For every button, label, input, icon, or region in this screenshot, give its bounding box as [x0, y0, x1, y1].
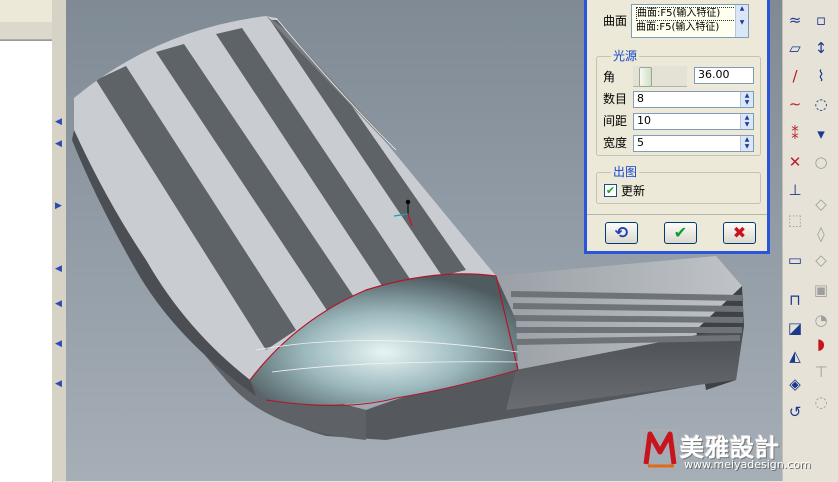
light-group-title: 光源: [611, 49, 640, 63]
count-value: 8: [637, 92, 644, 105]
surface-label: 曲面: [603, 14, 628, 28]
mirror-icon[interactable]: ⊤: [811, 362, 831, 382]
width-stepper[interactable]: 5 ▲ ▼: [633, 135, 754, 152]
divider: [587, 214, 767, 215]
chevron-down-icon[interactable]: ▾: [811, 124, 831, 144]
collector-scrollbar[interactable]: ▲ ▼: [735, 5, 748, 37]
update-checkbox[interactable]: ✔: [604, 184, 617, 197]
count-stepper[interactable]: 8 ▲ ▼: [633, 91, 754, 108]
sweep-icon[interactable]: ◌: [811, 94, 831, 114]
csys-icon[interactable]: ✕: [785, 152, 805, 172]
chevron-left-icon[interactable]: ◀: [55, 140, 62, 149]
ok-button[interactable]: ✔: [664, 222, 697, 244]
model-tree-panel: ◀ ◀ ▶ ◀ ◀ ◀ ◀: [0, 0, 66, 482]
refresh-icon: ⟲: [614, 223, 629, 242]
revolve-icon[interactable]: ◪: [785, 318, 805, 338]
spacing-value: 10: [637, 114, 651, 127]
surface-item[interactable]: 曲面:F5(输入特征): [636, 21, 746, 35]
draft-icon[interactable]: ◊: [811, 224, 831, 244]
offset-icon[interactable]: ◌: [811, 392, 831, 412]
note-icon[interactable]: ▭: [785, 250, 805, 270]
angle-slider[interactable]: [633, 66, 687, 87]
pattern-icon[interactable]: ⬚: [785, 210, 805, 230]
surface-collector[interactable]: 曲面:F5(输入特征) 曲面:F5(输入特征) ▲ ▼: [631, 4, 749, 38]
round-icon[interactable]: ▣: [811, 280, 831, 300]
width-value: 5: [637, 136, 644, 149]
panel-splitter[interactable]: [52, 0, 66, 481]
count-label: 数目: [603, 92, 628, 106]
model-tree[interactable]: [0, 40, 53, 482]
spin-arrows-icon[interactable]: ▲ ▼: [740, 136, 753, 151]
model-tree-header[interactable]: [0, 22, 52, 40]
blend-icon[interactable]: ◭: [785, 346, 805, 366]
chevron-left-icon[interactable]: ◀: [55, 380, 62, 389]
hole-icon[interactable]: ○: [811, 152, 831, 172]
spacing-label: 间距: [603, 114, 628, 128]
sketch-curve-icon[interactable]: ∼: [785, 94, 805, 114]
brand-url: www.meiyadesign.com: [684, 458, 811, 471]
chevron-left-icon[interactable]: ◀: [55, 265, 62, 274]
check-icon: ✔: [673, 223, 688, 242]
width-label: 宽度: [603, 136, 628, 150]
chevron-left-icon[interactable]: ◀: [55, 118, 62, 127]
reflection-dialog: 曲面 曲面:F5(输入特征) 曲面:F5(输入特征) ▲ ▼ 光源 角 36.00…: [584, 0, 770, 254]
chevron-left-icon[interactable]: ◀: [55, 340, 62, 349]
swept-blend-icon[interactable]: ◈: [785, 374, 805, 394]
angle-input[interactable]: 36.00: [694, 67, 754, 84]
helical-icon[interactable]: ↺: [785, 402, 805, 422]
shape-icon[interactable]: ⌇: [811, 66, 831, 86]
output-group-title: 出图: [611, 165, 640, 179]
extrude-icon[interactable]: ⊓: [785, 290, 805, 310]
datum-axis-icon[interactable]: /: [785, 66, 805, 86]
chevron-right-icon[interactable]: ▶: [55, 202, 62, 211]
datum-point-icon[interactable]: ⁑: [785, 124, 805, 144]
plane-icon[interactable]: ▱: [785, 38, 805, 58]
curve-icon[interactable]: ≈: [785, 10, 805, 30]
brand-watermark: 美雅設計 www.meiyadesign.com: [640, 426, 836, 478]
square-icon[interactable]: ▫: [811, 10, 831, 30]
surface-item[interactable]: 曲面:F5(输入特征): [636, 7, 746, 21]
spin-arrows-icon[interactable]: ▲ ▼: [740, 114, 753, 129]
axis-icon[interactable]: ↕: [811, 38, 831, 58]
slider-thumb[interactable]: [639, 67, 652, 87]
spin-arrows-icon[interactable]: ▲ ▼: [740, 92, 753, 107]
shell-icon[interactable]: ◇: [811, 194, 831, 214]
angle-label: 角: [603, 70, 616, 84]
chamfer-icon[interactable]: ◔: [811, 310, 831, 330]
x-icon: ✖: [732, 223, 747, 242]
datum-analysis-icon[interactable]: ⊥: [785, 180, 805, 200]
update-label: 更新: [621, 184, 646, 198]
boundary-icon[interactable]: ◗: [811, 334, 831, 354]
refresh-button[interactable]: ⟲: [605, 222, 638, 244]
chevron-left-icon[interactable]: ◀: [55, 300, 62, 309]
feature-toolbar: ≈ ▫ ▱ ↕ / ⌇ ∼ ◌ ⁑ ▾ ✕ ○ ⊥ ◇ ⬚ ◊ ▭ ◇ ⊓ ▣ …: [782, 0, 838, 481]
rib-icon[interactable]: ◇: [811, 250, 831, 270]
cancel-button[interactable]: ✖: [723, 222, 756, 244]
spacing-stepper[interactable]: 10 ▲ ▼: [633, 113, 754, 130]
